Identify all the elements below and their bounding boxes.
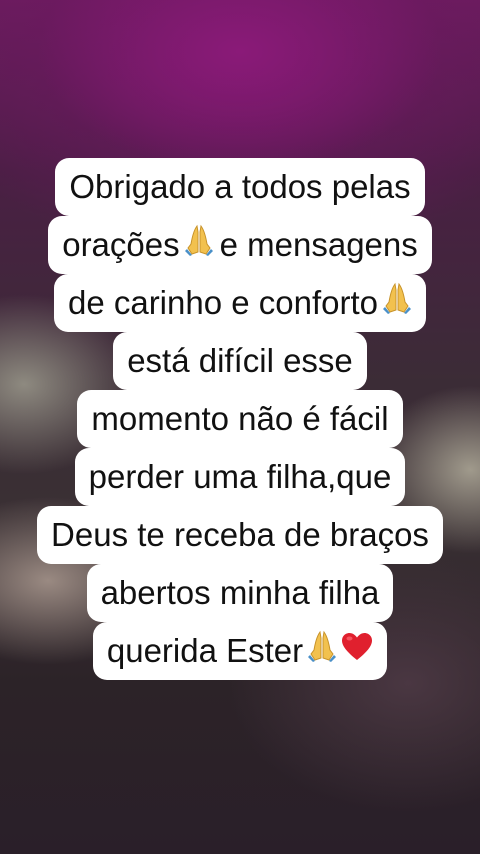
caption-line-text: querida Ester — [106, 632, 304, 669]
caption-line-7: Deus te receba de braços — [37, 506, 443, 564]
caption-line-text: abertos minha filha — [100, 574, 380, 611]
praying-hands-icon — [184, 216, 214, 274]
caption-text-block: Obrigado a todos pelas orações e mensage… — [0, 158, 480, 680]
caption-line-text: e mensagens — [219, 226, 418, 263]
caption-line-text: momento não é fácil — [91, 400, 389, 437]
caption-line-1: Obrigado a todos pelas — [55, 158, 425, 216]
caption-line-text: está difícil esse — [127, 342, 353, 379]
caption-line-8: abertos minha filha — [86, 564, 394, 622]
caption-line-text: de carinho e conforto — [67, 284, 379, 321]
caption-line-text: Deus te receba de braços — [51, 516, 429, 553]
caption-line-2: orações e mensagens — [48, 216, 432, 274]
caption-line-text: orações — [62, 226, 180, 263]
caption-line-4: está difícil esse — [113, 332, 367, 390]
caption-line-5: momento não é fácil — [77, 390, 403, 448]
red-heart-icon — [341, 622, 373, 680]
caption-line-text: Obrigado a todos pelas — [69, 168, 411, 205]
caption-line-9: querida Ester — [92, 622, 388, 680]
praying-hands-icon — [382, 274, 412, 332]
praying-hands-icon — [307, 622, 337, 680]
caption-line-text: perder uma filha,que — [88, 458, 392, 495]
caption-line-3: de carinho e conforto — [53, 274, 427, 332]
caption-line-6: perder uma filha,que — [74, 448, 406, 506]
